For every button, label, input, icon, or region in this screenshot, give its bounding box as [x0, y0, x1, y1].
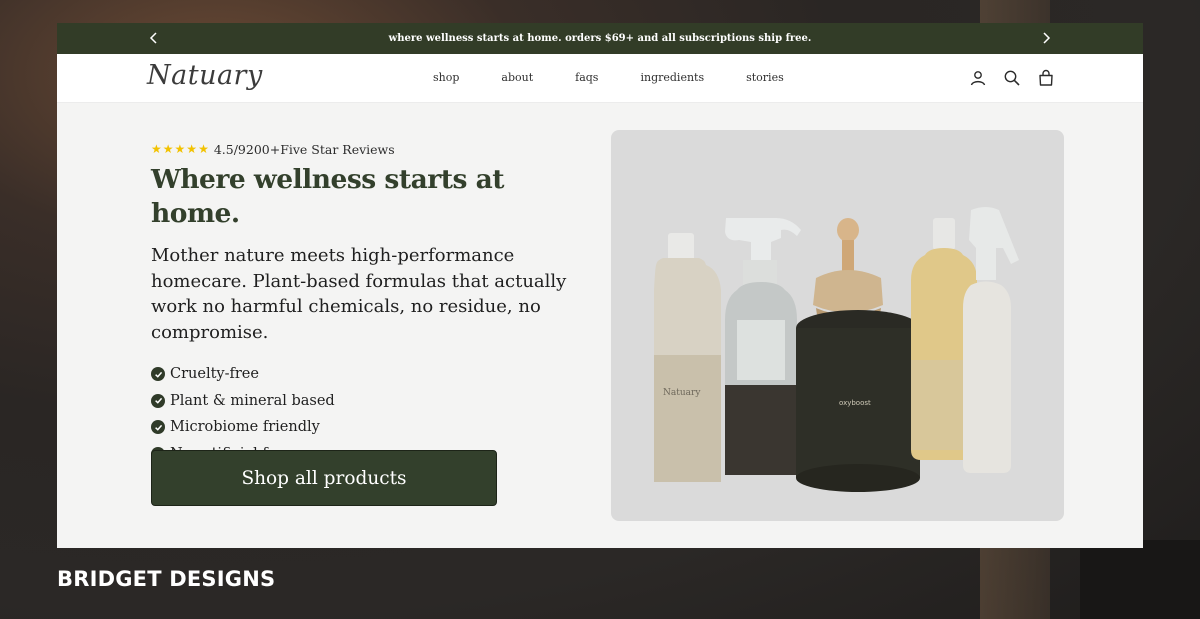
hero-title: Where wellness starts at home. [151, 164, 505, 229]
cart-icon[interactable] [1037, 69, 1055, 87]
nav-link-ingredients[interactable]: ingredients [640, 71, 704, 84]
announcement-text: where wellness starts at home. orders $6… [388, 33, 812, 44]
star-icon: ★ [198, 142, 209, 156]
star-icon: ★ [151, 142, 162, 156]
hero-content: ★ ★ ★ ★ ★ 4.5/9200+Five Star Reviews Whe… [151, 140, 571, 467]
nav-link-stories[interactable]: stories [746, 71, 784, 84]
product-bottles-illustration: Natuary oxyboost [654, 207, 1019, 492]
nav-link-about[interactable]: about [501, 71, 533, 84]
brand-logo[interactable]: Natuary [147, 60, 263, 91]
site-header: Natuary shop about faqs ingredients stor… [57, 54, 1143, 103]
feature-label: Cruelty-free [170, 366, 259, 383]
check-circle-icon [151, 420, 165, 435]
feature-label: Plant & mineral based [170, 392, 335, 409]
feature-label: Microbiome friendly [170, 419, 320, 436]
website-frame: where wellness starts at home. orders $6… [57, 23, 1143, 548]
tin-label: oxyboost [839, 399, 871, 407]
hero-description: Mother nature meets high-performance hom… [151, 245, 567, 343]
chevron-right-icon[interactable] [1039, 31, 1053, 45]
main-nav: shop about faqs ingredients stories [433, 71, 826, 84]
feature-item: Plant & mineral based [151, 388, 571, 415]
nav-link-shop[interactable]: shop [433, 71, 459, 84]
account-icon[interactable] [969, 69, 987, 87]
header-icons [969, 69, 1055, 87]
bottle-label: Natuary [663, 388, 701, 398]
product-image: Natuary oxyboost [611, 130, 1064, 521]
chevron-left-icon[interactable] [147, 31, 161, 45]
shop-all-products-button[interactable]: Shop all products [151, 450, 497, 506]
star-icon: ★ [186, 142, 198, 156]
feature-item: Cruelty-free [151, 361, 571, 388]
star-rating: ★ ★ ★ ★ ★ [151, 143, 209, 155]
feature-item: Microbiome friendly [151, 414, 571, 441]
announcement-bar: where wellness starts at home. orders $6… [57, 23, 1143, 54]
nav-link-faqs[interactable]: faqs [575, 71, 598, 84]
background-floor-shape [1080, 540, 1200, 619]
designer-caption: BRIDGET DESIGNS [57, 567, 276, 591]
review-rating: ★ ★ ★ ★ ★ 4.5/9200+Five Star Reviews [151, 140, 571, 158]
star-icon: ★ [162, 142, 174, 156]
rating-text: 4.5/9200+Five Star Reviews [213, 141, 395, 157]
check-circle-icon [151, 367, 165, 382]
star-icon: ★ [174, 142, 186, 156]
search-icon[interactable] [1003, 69, 1021, 87]
check-circle-icon [151, 393, 165, 408]
